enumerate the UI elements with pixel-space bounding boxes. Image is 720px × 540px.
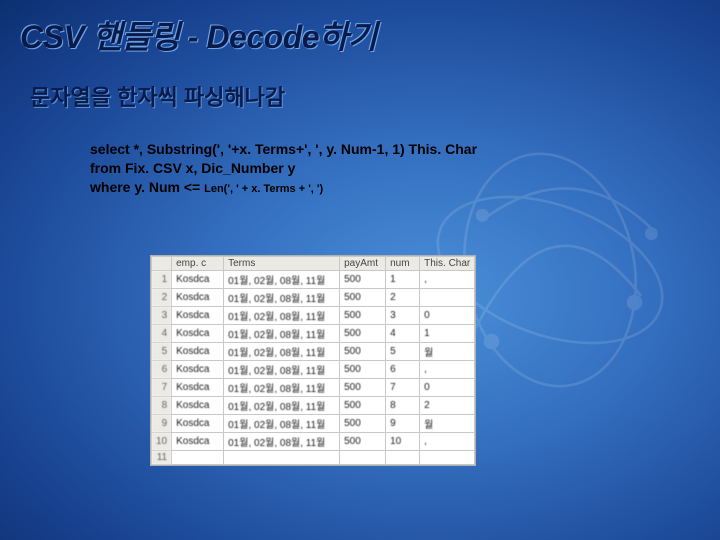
cell: 4 (386, 325, 420, 343)
cell: 2 (152, 289, 172, 307)
cell: 01월, 02월, 08월, 11월 (224, 397, 340, 415)
cell: 월 (420, 415, 475, 433)
cell: 01월, 02월, 08월, 11월 (224, 271, 340, 289)
cell: 01월, 02월, 08월, 11월 (224, 343, 340, 361)
table-row: 3Kosdca01월, 02월, 08월, 11월50030 (152, 307, 475, 325)
cell: 500 (340, 397, 386, 415)
cell: 7 (386, 379, 420, 397)
cell: 2 (420, 397, 475, 415)
cell: 5 (152, 343, 172, 361)
cell: 01월, 02월, 08월, 11월 (224, 307, 340, 325)
cell: 10 (386, 433, 420, 451)
table-header-row: emp. c Terms payAmt num This. Char (152, 257, 475, 271)
cell: 01월, 02월, 08월, 11월 (224, 433, 340, 451)
cell: 11 (152, 451, 172, 465)
cell: 4 (152, 325, 172, 343)
cell (224, 451, 340, 465)
cell: 5 (386, 343, 420, 361)
cell: Kosdca (172, 379, 224, 397)
cell: Kosdca (172, 343, 224, 361)
col-thischar: This. Char (420, 257, 475, 271)
cell: 8 (386, 397, 420, 415)
table-row: 9Kosdca01월, 02월, 08월, 11월5009월 (152, 415, 475, 433)
table-row: 7Kosdca01월, 02월, 08월, 11월50070 (152, 379, 475, 397)
cell: Kosdca (172, 289, 224, 307)
col-rownum (152, 257, 172, 271)
cell: 1 (386, 271, 420, 289)
page-title: CSV 핸들링 - Decode하기 (20, 12, 377, 58)
code-line: select *, Substring(', '+x. Terms+', ', … (90, 140, 477, 159)
cell: 6 (386, 361, 420, 379)
table-row: 11 (152, 451, 475, 465)
cell: 6 (152, 361, 172, 379)
code-line: from Fix. CSV x, Dic_Number y (90, 159, 477, 178)
cell: 7 (152, 379, 172, 397)
cell: 8 (152, 397, 172, 415)
cell: 3 (386, 307, 420, 325)
cell: 9 (152, 415, 172, 433)
cell: Kosdca (172, 433, 224, 451)
cell: 0 (420, 307, 475, 325)
cell: 500 (340, 325, 386, 343)
result-grid: emp. c Terms payAmt num This. Char 1Kosd… (150, 255, 476, 466)
code-line: where y. Num <= Len(', ' + x. Terms + ',… (90, 178, 477, 197)
cell (420, 289, 475, 307)
table-row: 4Kosdca01월, 02월, 08월, 11월50041 (152, 325, 475, 343)
table-row: 10Kosdca01월, 02월, 08월, 11월50010, (152, 433, 475, 451)
cell: , (420, 433, 475, 451)
cell: Kosdca (172, 361, 224, 379)
cell: Kosdca (172, 397, 224, 415)
cell: 500 (340, 307, 386, 325)
cell: 500 (340, 379, 386, 397)
cell: Kosdca (172, 415, 224, 433)
cell: 3 (152, 307, 172, 325)
cell (420, 451, 475, 465)
page-subtitle: 문자열을 한자씩 파싱해나감 (30, 80, 285, 112)
cell: 월 (420, 343, 475, 361)
col-terms: Terms (224, 257, 340, 271)
table-row: 2Kosdca01월, 02월, 08월, 11월5002 (152, 289, 475, 307)
cell: 01월, 02월, 08월, 11월 (224, 361, 340, 379)
cell: 500 (340, 271, 386, 289)
cell (340, 451, 386, 465)
cell: 1 (152, 271, 172, 289)
cell: 01월, 02월, 08월, 11월 (224, 325, 340, 343)
col-payamt: payAmt (340, 257, 386, 271)
cell: Kosdca (172, 325, 224, 343)
table-row: 8Kosdca01월, 02월, 08월, 11월50082 (152, 397, 475, 415)
cell (386, 451, 420, 465)
sql-code-block: select *, Substring(', '+x. Terms+', ', … (90, 140, 477, 197)
cell: Kosdca (172, 307, 224, 325)
cell: 500 (340, 289, 386, 307)
cell: , (420, 361, 475, 379)
cell: 01월, 02월, 08월, 11월 (224, 379, 340, 397)
col-num: num (386, 257, 420, 271)
cell: 1 (420, 325, 475, 343)
cell: Kosdca (172, 271, 224, 289)
cell: 500 (340, 343, 386, 361)
cell: 9 (386, 415, 420, 433)
table-row: 5Kosdca01월, 02월, 08월, 11월5005월 (152, 343, 475, 361)
table-row: 1Kosdca01월, 02월, 08월, 11월5001, (152, 271, 475, 289)
cell: 500 (340, 361, 386, 379)
cell: 01월, 02월, 08월, 11월 (224, 415, 340, 433)
cell (172, 451, 224, 465)
col-emp: emp. c (172, 257, 224, 271)
cell: 500 (340, 433, 386, 451)
table-row: 6Kosdca01월, 02월, 08월, 11월5006, (152, 361, 475, 379)
cell: 10 (152, 433, 172, 451)
cell: 0 (420, 379, 475, 397)
cell: 500 (340, 415, 386, 433)
cell: , (420, 271, 475, 289)
cell: 2 (386, 289, 420, 307)
cell: 01월, 02월, 08월, 11월 (224, 289, 340, 307)
